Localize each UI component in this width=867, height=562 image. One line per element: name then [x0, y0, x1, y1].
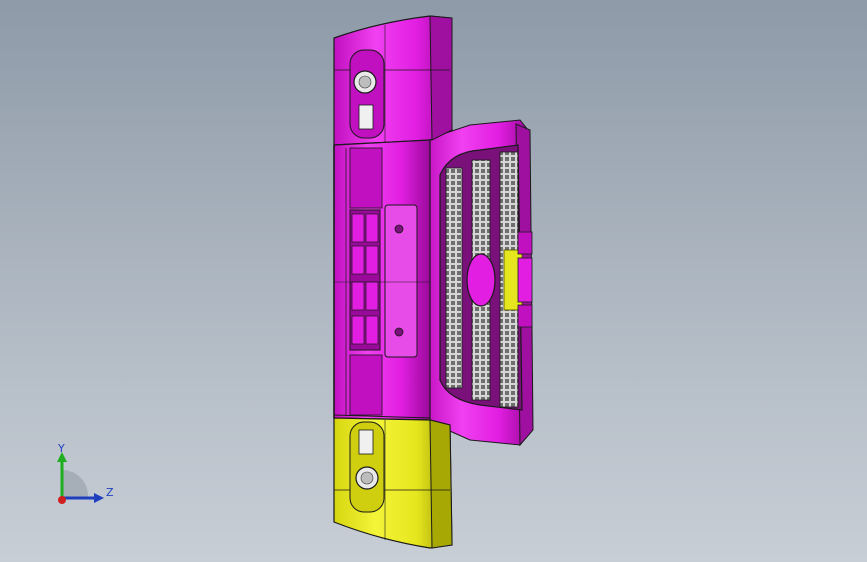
graphics-viewport[interactable]: Y Z: [0, 0, 867, 562]
triad-plane-shading: [62, 469, 89, 498]
grille-mesh-1: [445, 167, 463, 389]
bumper-lower-end[interactable]: [333, 417, 453, 549]
y-axis-label: Y: [57, 442, 65, 455]
bumper-center-body[interactable]: [333, 139, 431, 421]
x-axis-dot-icon: [58, 496, 66, 504]
emblem-oval: [466, 253, 496, 307]
z-axis-arrow-icon: [94, 493, 104, 503]
coordinate-triad: Y Z: [57, 442, 114, 504]
bumper-upper-end[interactable]: [333, 15, 453, 146]
z-axis-label: Z: [106, 486, 114, 499]
lower-intake-grid: [349, 209, 381, 351]
grille-frame[interactable]: [424, 119, 534, 447]
bumper-model[interactable]: [0, 0, 867, 562]
